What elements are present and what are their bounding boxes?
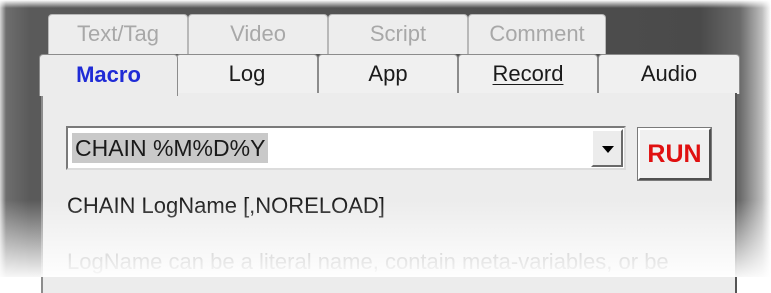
tab-label: Log xyxy=(228,61,266,86)
tab-label: Video xyxy=(230,21,286,46)
tab-label: App xyxy=(368,61,408,86)
tab-text-tag[interactable]: Text/Tag xyxy=(48,14,188,54)
tab-comment[interactable]: Comment xyxy=(468,14,606,54)
command-input[interactable]: CHAIN %M%D%Y xyxy=(72,133,269,163)
tab-video[interactable]: Video xyxy=(188,14,328,54)
tab-log[interactable]: Log xyxy=(176,54,318,94)
tab-app[interactable]: App xyxy=(318,54,458,94)
tab-audio[interactable]: Audio xyxy=(598,54,740,94)
tab-record[interactable]: Record xyxy=(458,54,598,94)
command-combobox[interactable]: CHAIN %M%D%Y xyxy=(66,126,626,170)
tab-label: Script xyxy=(369,21,427,46)
tab-macro[interactable]: Macro xyxy=(39,54,178,96)
chevron-down-icon xyxy=(602,146,614,153)
tab-label: Record xyxy=(492,61,564,86)
run-button[interactable]: RUN xyxy=(637,127,712,181)
tab-script[interactable]: Script xyxy=(328,14,468,54)
syntax-text: CHAIN LogName [,NORELOAD] xyxy=(67,193,385,218)
tab-label: Macro xyxy=(76,62,141,87)
dropdown-button[interactable] xyxy=(591,129,623,167)
tab-label: Audio xyxy=(640,61,698,86)
tab-label: Comment xyxy=(489,21,585,46)
tab-label: Text/Tag xyxy=(77,21,159,46)
description-text: LogName can be a literal name, contain m… xyxy=(67,249,669,274)
